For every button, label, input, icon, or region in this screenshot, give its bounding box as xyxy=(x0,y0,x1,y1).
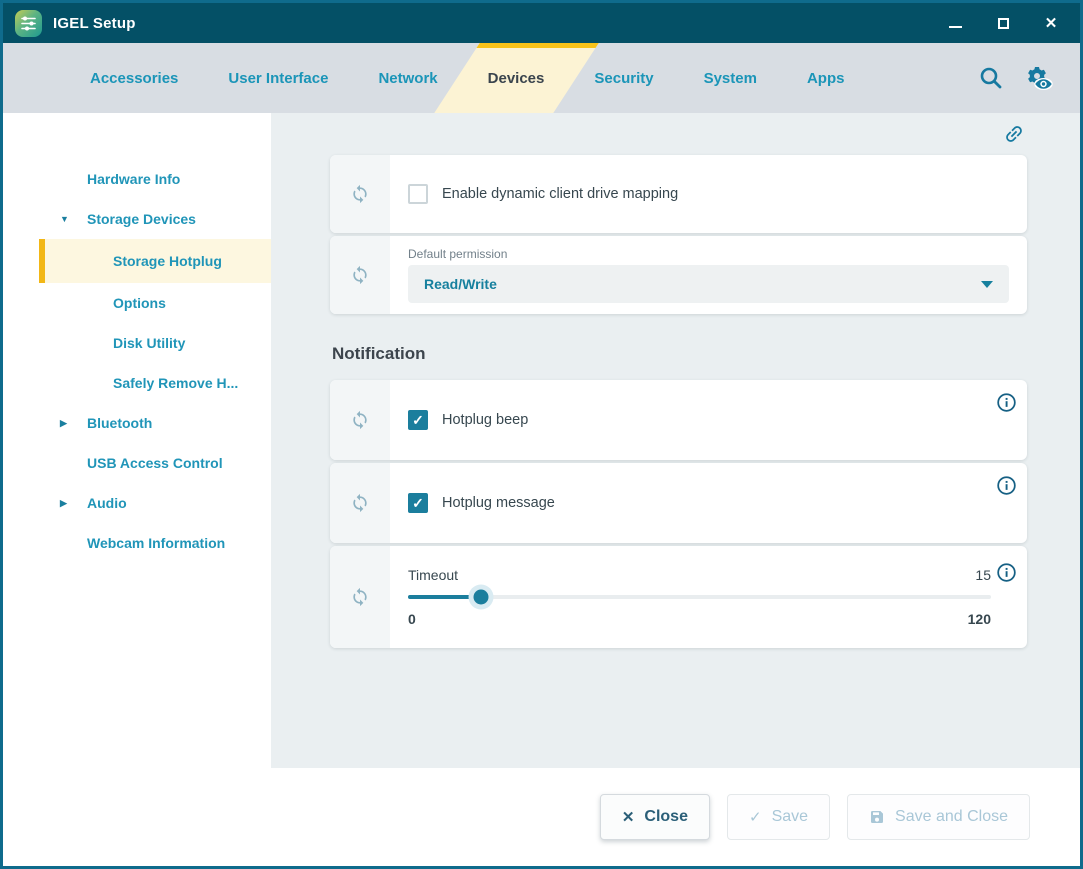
maximize-button[interactable] xyxy=(994,14,1012,32)
chevron-right-icon[interactable]: ▶ xyxy=(60,418,67,429)
hotplug-message-checkbox[interactable]: ✓ xyxy=(408,493,428,513)
tab-user-interface[interactable]: User Interface xyxy=(203,43,353,113)
sidebar: Hardware Info ▼Storage Devices Storage H… xyxy=(3,113,271,768)
selected-permission-value: Read/Write xyxy=(424,276,497,292)
hotplug-beep-label: Hotplug beep xyxy=(442,412,528,428)
window-title: IGEL Setup xyxy=(53,15,136,32)
hotplug-beep-checkbox[interactable]: ✓ xyxy=(408,410,428,430)
expert-mode-gear-eye-icon[interactable] xyxy=(1022,64,1054,92)
chevron-right-icon[interactable]: ▶ xyxy=(60,498,67,509)
title-bar: IGEL Setup ✕ xyxy=(3,3,1080,43)
tab-bar: Accessories User Interface Network Devic… xyxy=(3,43,1080,113)
tab-accessories[interactable]: Accessories xyxy=(65,43,203,113)
hotplug-message-label: Hotplug message xyxy=(442,495,555,511)
info-icon[interactable] xyxy=(996,475,1017,496)
reset-icon xyxy=(350,184,370,204)
reset-to-default-button[interactable] xyxy=(330,380,390,460)
sidebar-item-storage-devices[interactable]: ▼Storage Devices xyxy=(3,199,271,239)
timeout-value: 15 xyxy=(975,567,991,583)
igel-setup-window: IGEL Setup ✕ Accessories User Interface … xyxy=(0,0,1083,869)
info-icon[interactable] xyxy=(996,392,1017,413)
reset-icon xyxy=(350,587,370,607)
timeout-slider-thumb[interactable] xyxy=(473,590,488,605)
sidebar-item-storage-hotplug[interactable]: Storage Hotplug xyxy=(39,239,271,283)
timeout-row: Timeout 15 0 120 xyxy=(330,546,1027,648)
close-icon: ✕ xyxy=(1045,16,1058,31)
close-x-icon: ✕ xyxy=(622,808,635,826)
minimize-icon xyxy=(949,26,962,28)
default-permission-select[interactable]: Read/Write xyxy=(408,265,1009,303)
window-controls: ✕ xyxy=(946,14,1068,32)
sidebar-item-hardware-info[interactable]: Hardware Info xyxy=(3,159,271,199)
reset-to-default-button[interactable] xyxy=(330,236,390,314)
dropdown-arrow-icon xyxy=(981,281,993,288)
reset-icon xyxy=(350,493,370,513)
close-window-button[interactable]: ✕ xyxy=(1042,14,1060,32)
default-permission-label: Default permission xyxy=(408,247,1009,261)
tab-security[interactable]: Security xyxy=(569,43,678,113)
maximize-icon xyxy=(998,18,1009,29)
drive-mapping-checkbox[interactable] xyxy=(408,184,428,204)
timeout-max: 120 xyxy=(968,611,991,627)
info-icon[interactable] xyxy=(996,562,1017,583)
reset-to-default-button[interactable] xyxy=(330,463,390,543)
sidebar-item-audio[interactable]: ▶Audio xyxy=(3,483,271,523)
close-button[interactable]: ✕ Close xyxy=(600,794,710,840)
sidebar-item-bluetooth[interactable]: ▶Bluetooth xyxy=(3,403,271,443)
chevron-down-icon[interactable]: ▼ xyxy=(60,214,69,224)
sidebar-item-webcam-information[interactable]: Webcam Information xyxy=(3,523,271,563)
sidebar-item-options[interactable]: Options xyxy=(3,283,271,323)
minimize-button[interactable] xyxy=(946,14,964,32)
reset-icon xyxy=(350,410,370,430)
copy-link-icon[interactable] xyxy=(998,118,1029,149)
tab-apps[interactable]: Apps xyxy=(782,43,870,113)
save-and-close-button[interactable]: Save and Close xyxy=(847,794,1030,840)
drive-mapping-label: Enable dynamic client drive mapping xyxy=(442,186,678,202)
footer-bar: ✕ Close ✓ Save Save and Close xyxy=(3,768,1080,866)
settings-panel: Enable dynamic client drive mapping Defa… xyxy=(271,113,1080,768)
hotplug-message-row: ✓ Hotplug message xyxy=(330,463,1027,543)
app-logo-icon xyxy=(15,10,42,37)
timeout-label: Timeout xyxy=(408,567,458,583)
reset-to-default-button[interactable] xyxy=(330,155,390,233)
save-button[interactable]: ✓ Save xyxy=(727,794,830,840)
sidebar-item-safely-remove[interactable]: Safely Remove H... xyxy=(3,363,271,403)
check-icon: ✓ xyxy=(749,808,762,826)
hotplug-beep-row: ✓ Hotplug beep xyxy=(330,380,1027,460)
search-icon[interactable] xyxy=(978,65,1004,91)
reset-to-default-button[interactable] xyxy=(330,546,390,648)
notification-section-title: Notification xyxy=(332,344,1027,364)
tab-system[interactable]: System xyxy=(679,43,782,113)
tab-devices[interactable]: Devices xyxy=(463,43,570,113)
floppy-disk-icon xyxy=(869,809,885,825)
timeout-slider-fill xyxy=(408,595,481,599)
reset-icon xyxy=(350,265,370,285)
sidebar-item-disk-utility[interactable]: Disk Utility xyxy=(3,323,271,363)
drive-mapping-row: Enable dynamic client drive mapping xyxy=(330,155,1027,233)
default-permission-row: Default permission Read/Write xyxy=(330,236,1027,314)
timeout-min: 0 xyxy=(408,611,416,627)
timeout-slider[interactable] xyxy=(408,595,991,599)
sidebar-item-usb-access-control[interactable]: USB Access Control xyxy=(3,443,271,483)
